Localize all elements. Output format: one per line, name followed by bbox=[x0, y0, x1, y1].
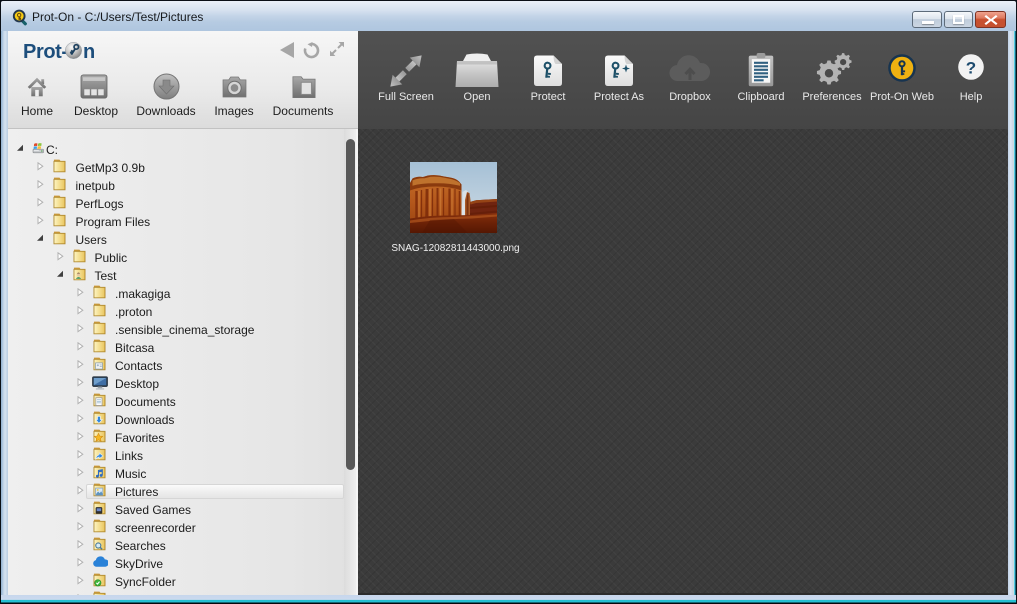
svg-text:?: ? bbox=[966, 59, 976, 78]
